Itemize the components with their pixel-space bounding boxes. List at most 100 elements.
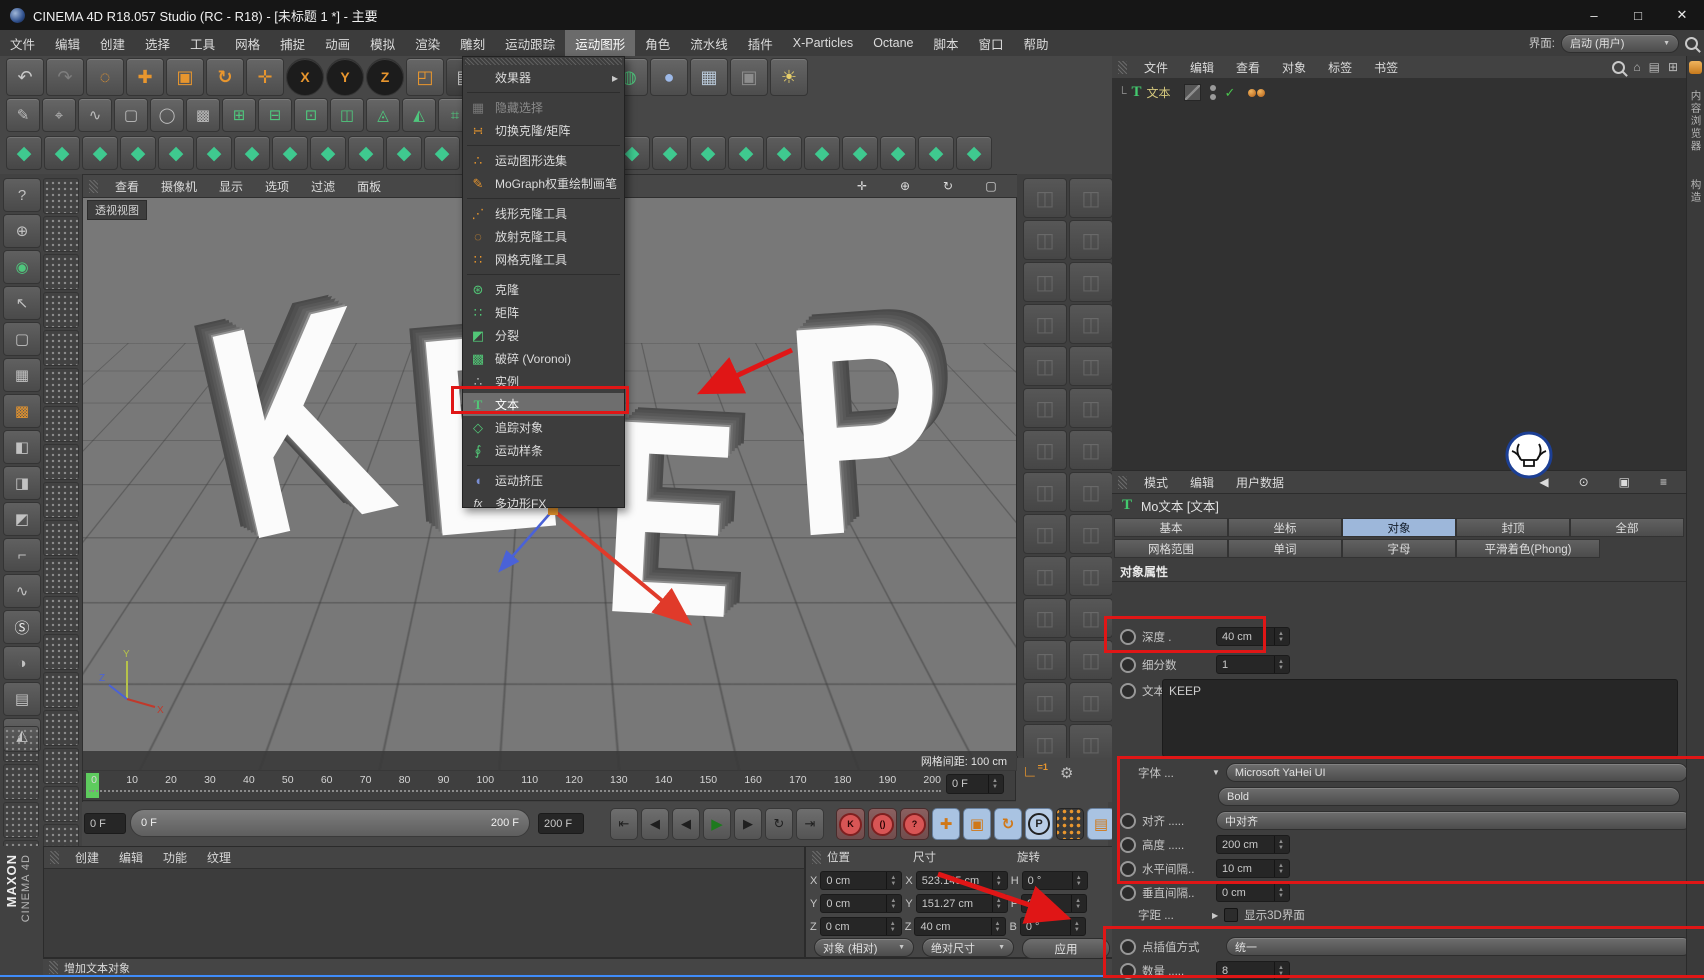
dock-tool-icon[interactable]: ◧ xyxy=(3,430,41,464)
menu-item-moextrude[interactable]: ◖ 运动挤压 xyxy=(463,469,624,492)
search-icon[interactable] xyxy=(1612,60,1626,74)
viewport-nav-icon[interactable]: ↻ xyxy=(928,178,968,194)
rotation-h-field[interactable]: 0 ° xyxy=(1021,871,1088,890)
attribute-menu-item[interactable]: 编辑 xyxy=(1179,474,1225,491)
viewport-nav-icon[interactable]: ✛ xyxy=(842,178,882,194)
timeline-ruler[interactable]: 0 10 20 30 40 50 60 70 80 90 100 110 120 130 140 150 160… xyxy=(82,770,1016,801)
dock-command-icon[interactable] xyxy=(1023,262,1067,302)
tab-words[interactable]: 单词 xyxy=(1228,539,1342,558)
tab-letters[interactable]: 字母 xyxy=(1342,539,1456,558)
mograph-deformer-icon[interactable]: ◆ xyxy=(196,136,232,170)
close-button[interactable]: ✕ xyxy=(1660,0,1704,30)
object-tree[interactable]: └ T 文本 ✓ xyxy=(1112,78,1686,470)
dock-command-icon[interactable] xyxy=(1069,304,1113,344)
menu-item[interactable]: 雕刻 xyxy=(450,30,495,56)
viewport-menu-item[interactable]: 过滤 xyxy=(300,178,346,195)
palette-icon[interactable] xyxy=(3,726,39,762)
menu-item[interactable]: 渲染 xyxy=(405,30,450,56)
key-options-button[interactable]: ? xyxy=(900,808,929,840)
attribute-panel-icon[interactable]: ▣ xyxy=(1608,475,1641,489)
toolbar-icon[interactable]: ✛ xyxy=(246,58,284,96)
object-manager-menu-item[interactable]: 编辑 xyxy=(1179,59,1225,76)
mograph-deformer-icon[interactable]: ◆ xyxy=(690,136,726,170)
menu-item[interactable]: 选择 xyxy=(135,30,180,56)
menu-item[interactable]: 运动图形 xyxy=(565,30,636,56)
object-name[interactable]: 文本 xyxy=(1147,84,1171,101)
dock-command-icon[interactable] xyxy=(1023,640,1067,680)
panel-grip[interactable] xyxy=(812,850,821,864)
attribute-menu-item[interactable]: 用户数据 xyxy=(1225,474,1295,491)
panel-options-icon[interactable]: ⊞ xyxy=(1668,60,1678,74)
menu-item-cloner[interactable]: ⊛ 克隆 xyxy=(463,278,624,301)
radio-icon[interactable] xyxy=(1120,683,1136,699)
dock-command-icon[interactable] xyxy=(1023,682,1067,722)
dock-command-icon[interactable] xyxy=(1069,598,1113,638)
dock-tool-icon[interactable]: ? xyxy=(3,178,41,212)
transport-button[interactable]: ◀ xyxy=(641,808,669,840)
kerning-expand-icon[interactable]: ▶ xyxy=(1212,911,1218,920)
mograph-deformer-icon[interactable]: ◆ xyxy=(956,136,992,170)
mograph-deformer-icon[interactable]: ◆ xyxy=(766,136,802,170)
palette-icon[interactable] xyxy=(43,786,79,822)
current-frame-field[interactable]: 0 F xyxy=(946,774,1004,794)
material-menu-item[interactable]: 纹理 xyxy=(197,849,241,866)
radio-icon[interactable] xyxy=(1120,884,1136,901)
mograph-deformer-icon[interactable]: ◆ xyxy=(120,136,156,170)
viewport-label[interactable]: 透视视图 xyxy=(87,200,147,220)
dock-command-icon[interactable] xyxy=(1023,304,1067,344)
dock-command-icon[interactable] xyxy=(1023,346,1067,386)
dock-command-icon[interactable] xyxy=(1069,472,1113,512)
palette-icon[interactable] xyxy=(43,178,79,214)
font-family-dropdown[interactable]: Microsoft YaHei UI xyxy=(1225,763,1688,782)
spinner-icon[interactable] xyxy=(1274,628,1284,645)
menu-item-linear-clone-tool[interactable]: ⋰ 线形克隆工具 xyxy=(463,202,624,225)
text-content-field[interactable]: KEEP xyxy=(1162,679,1678,757)
menu-item[interactable]: 角色 xyxy=(635,30,680,56)
toolbar-icon[interactable]: X xyxy=(286,58,324,96)
menu-item[interactable]: 动画 xyxy=(315,30,360,56)
toolbar-icon[interactable]: ▢ xyxy=(114,98,148,132)
record-point-level-button[interactable] xyxy=(1056,808,1084,840)
palette-icon[interactable] xyxy=(43,254,79,290)
dock-command-icon[interactable] xyxy=(1023,220,1067,260)
dock-command-icon[interactable] xyxy=(1069,682,1113,722)
keyframe-selection-button[interactable]: () xyxy=(868,808,897,840)
toolbar-icon[interactable]: ↶ xyxy=(6,58,44,96)
font-style-dropdown[interactable]: Bold xyxy=(1218,787,1680,806)
position-y-field[interactable]: 0 cm xyxy=(820,894,903,913)
mograph-deformer-icon[interactable]: ◆ xyxy=(842,136,878,170)
toolbar-icon[interactable]: ◭ xyxy=(402,98,436,132)
radio-icon[interactable] xyxy=(1120,938,1136,955)
spinner-icon[interactable] xyxy=(1274,860,1284,877)
panel-grip[interactable] xyxy=(50,851,59,864)
dock-command-icon[interactable] xyxy=(1069,514,1113,554)
depth-field[interactable]: 40 cm xyxy=(1216,627,1290,646)
tab-caps[interactable]: 封顶 xyxy=(1456,518,1570,537)
dock-command-icon[interactable] xyxy=(1069,178,1113,218)
show-3d-gui-checkbox[interactable] xyxy=(1224,908,1239,922)
mograph-deformer-icon[interactable]: ◆ xyxy=(234,136,270,170)
viewport-menu-item[interactable]: 选项 xyxy=(254,178,300,195)
menu-item[interactable]: 流水线 xyxy=(680,30,738,56)
dock-command-icon[interactable] xyxy=(1023,430,1067,470)
record-scale-button[interactable]: ▣ xyxy=(963,808,991,840)
position-z-field[interactable]: 0 cm xyxy=(819,917,902,936)
menu-item[interactable]: 模拟 xyxy=(360,30,405,56)
menu-item-polyfx[interactable]: fx 多边形FX xyxy=(463,492,624,515)
palette-icon[interactable] xyxy=(43,368,79,404)
palette-icon[interactable] xyxy=(43,292,79,328)
dock-command-icon[interactable] xyxy=(1023,178,1067,218)
menu-item-matrix[interactable]: ∷ 矩阵 xyxy=(463,301,624,324)
range-end-field[interactable]: 200 F xyxy=(538,813,584,834)
panel-grip[interactable] xyxy=(1118,60,1127,74)
toolbar-icon[interactable]: ◫ xyxy=(330,98,364,132)
palette-icon[interactable] xyxy=(43,634,79,670)
menu-item-tracer[interactable]: ◇ 追踪对象 xyxy=(463,416,624,439)
toolbar-icon[interactable]: ↻ xyxy=(206,58,244,96)
mograph-tag-icon[interactable] xyxy=(1248,88,1266,97)
object-manager-menu-item[interactable]: 标签 xyxy=(1317,59,1363,76)
apply-button[interactable]: 应用 xyxy=(1022,938,1110,959)
palette-icon[interactable] xyxy=(43,406,79,442)
side-tab-label[interactable]: 构造 xyxy=(1689,179,1704,204)
dock-command-icon[interactable] xyxy=(1069,220,1113,260)
